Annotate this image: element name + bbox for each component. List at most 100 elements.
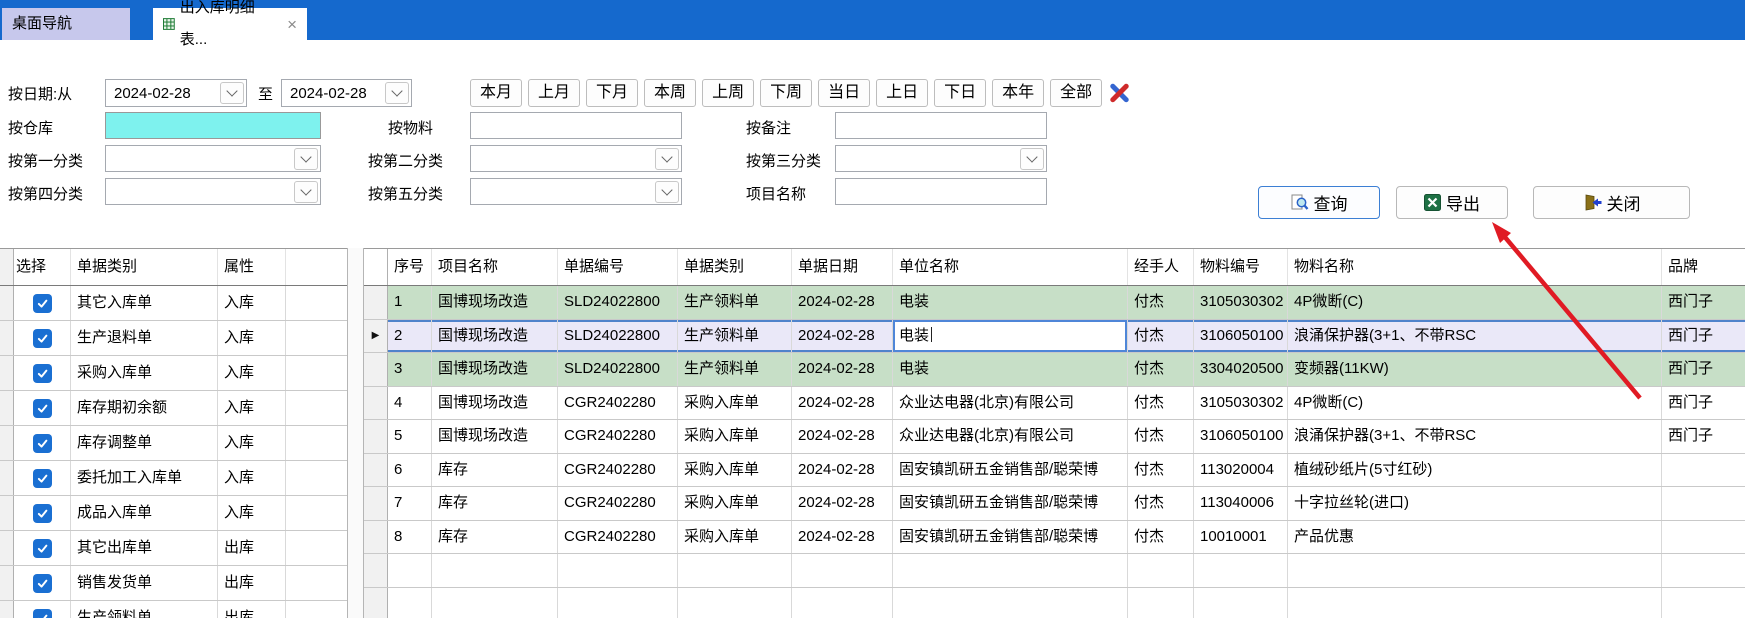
doc-type-row[interactable]: 其它出库单 出库 — [0, 531, 347, 566]
vertical-scrollbar[interactable] — [347, 248, 364, 618]
doc-type-row[interactable]: 销售发货单 出库 — [0, 566, 347, 601]
category2-select[interactable] — [470, 145, 682, 172]
doc-type-row[interactable]: 库存期初余额 入库 — [0, 391, 347, 426]
column-header-project[interactable]: 项目名称 — [432, 249, 558, 285]
table-row[interactable]: 1 国博现场改造 SLD24022800 生产领料单 2024-02-28 电装… — [364, 286, 1745, 320]
column-header-handler[interactable]: 经手人 — [1128, 249, 1194, 285]
checkbox-checked-icon[interactable] — [33, 609, 52, 618]
table-row[interactable]: 7 库存 CGR2402280 采购入库单 2024-02-28 固安镇凯研五金… — [364, 487, 1745, 521]
query-button[interactable]: 查询 — [1258, 186, 1380, 219]
table-row[interactable]: 4 国博现场改造 CGR2402280 采购入库单 2024-02-28 众业达… — [364, 387, 1745, 421]
table-row[interactable]: 8 库存 CGR2402280 采购入库单 2024-02-28 固安镇凯研五金… — [364, 521, 1745, 555]
select-cell[interactable] — [14, 391, 71, 425]
checkbox-checked-icon[interactable] — [33, 574, 52, 593]
checkbox-checked-icon[interactable] — [33, 469, 52, 488]
column-header-no[interactable]: 序号 — [388, 249, 432, 285]
chevron-down-icon — [1020, 148, 1044, 170]
table-row[interactable] — [364, 554, 1745, 588]
quick-range-button[interactable]: 上月 — [528, 79, 580, 107]
doc-type-row[interactable]: 生产退料单 入库 — [0, 321, 347, 356]
tab-desktop-nav[interactable]: 桌面导航 — [2, 8, 130, 40]
select-cell[interactable] — [14, 601, 71, 618]
cell-item-no: 113040006 — [1200, 494, 1274, 511]
table-row[interactable]: 3 国博现场改造 SLD24022800 生产领料单 2024-02-28 电装… — [364, 353, 1745, 387]
warehouse-input[interactable] — [105, 112, 321, 139]
unit-edit-cell[interactable]: 电装 — [893, 286, 1128, 319]
unit-edit-cell[interactable]: 固安镇凯研五金销售部/聪荣博 — [893, 521, 1128, 554]
column-header-doc-no[interactable]: 单据编号 — [558, 249, 678, 285]
select-cell[interactable] — [14, 531, 71, 565]
doc-type-row[interactable]: 委托加工入库单 入库 — [0, 461, 347, 496]
select-cell[interactable] — [14, 461, 71, 495]
column-header-doc-type[interactable]: 单据类别 — [71, 249, 218, 285]
checkbox-checked-icon[interactable] — [33, 504, 52, 523]
checkbox-checked-icon[interactable] — [33, 539, 52, 558]
column-header-select[interactable]: 选择 — [14, 249, 71, 285]
table-row[interactable] — [364, 588, 1745, 618]
select-cell[interactable] — [14, 286, 71, 320]
column-header-brand[interactable]: 品牌 — [1662, 249, 1745, 285]
unit-edit-cell[interactable]: 众业达电器(北京)有限公司 — [893, 387, 1128, 420]
table-row[interactable]: 6 库存 CGR2402280 采购入库单 2024-02-28 固安镇凯研五金… — [364, 454, 1745, 488]
chevron-down-icon — [385, 82, 409, 104]
select-cell[interactable] — [14, 321, 71, 355]
remark-input[interactable] — [835, 112, 1047, 139]
category4-select[interactable] — [105, 178, 321, 205]
column-header-unit[interactable]: 单位名称 — [893, 249, 1128, 285]
quick-range-button[interactable]: 上日 — [876, 79, 928, 107]
select-cell[interactable] — [14, 496, 71, 530]
unit-edit-cell[interactable]: 电装 — [893, 320, 1128, 353]
table-row[interactable]: 2 国博现场改造 SLD24022800 生产领料单 2024-02-28 电装… — [364, 320, 1745, 354]
unit-edit-cell[interactable]: 电装 — [893, 353, 1128, 386]
select-cell[interactable] — [14, 566, 71, 600]
doc-type-row[interactable]: 其它入库单 入库 — [0, 286, 347, 321]
table-row[interactable]: 5 国博现场改造 CGR2402280 采购入库单 2024-02-28 众业达… — [364, 420, 1745, 454]
checkbox-checked-icon[interactable] — [33, 329, 52, 348]
clear-filter-button[interactable] — [1104, 78, 1134, 108]
doc-type-row[interactable]: 成品入库单 入库 — [0, 496, 347, 531]
close-button[interactable]: 关闭 — [1533, 186, 1690, 219]
unit-edit-cell[interactable]: 固安镇凯研五金销售部/聪荣博 — [893, 454, 1128, 487]
unit-edit-cell[interactable]: 众业达电器(北京)有限公司 — [893, 420, 1128, 453]
checkbox-checked-icon[interactable] — [33, 434, 52, 453]
unit-edit-cell[interactable] — [893, 588, 1128, 618]
quick-range-button[interactable]: 下周 — [760, 79, 812, 107]
doc-type-row[interactable]: 生产领料单 出库 — [0, 601, 347, 618]
tab-inout-detail-report[interactable]: 出入库明细表... × — [153, 8, 307, 40]
unit-edit-cell[interactable] — [893, 554, 1128, 587]
date-to-picker[interactable]: 2024-02-28 — [281, 79, 412, 107]
checkbox-checked-icon[interactable] — [33, 399, 52, 418]
row-indicator — [0, 391, 14, 425]
quick-range-button[interactable]: 下月 — [586, 79, 638, 107]
quick-range-button[interactable]: 本年 — [992, 79, 1044, 107]
quick-range-button[interactable]: 上周 — [702, 79, 754, 107]
project-name-input[interactable] — [835, 178, 1047, 205]
checkbox-checked-icon[interactable] — [33, 364, 52, 383]
quick-range-button[interactable]: 本月 — [470, 79, 522, 107]
date-from-picker[interactable]: 2024-02-28 — [105, 79, 247, 107]
chevron-down-icon — [220, 82, 244, 104]
unit-edit-cell[interactable]: 固安镇凯研五金销售部/聪荣博 — [893, 487, 1128, 520]
category5-label: 按第五分类 — [368, 183, 443, 204]
doc-type-row[interactable]: 库存调整单 入库 — [0, 426, 347, 461]
column-header-attr[interactable]: 属性 — [218, 249, 286, 285]
close-icon[interactable]: × — [287, 16, 297, 33]
quick-range-button[interactable]: 当日 — [818, 79, 870, 107]
category1-select[interactable] — [105, 145, 321, 172]
doc-type-row[interactable]: 采购入库单 入库 — [0, 356, 347, 391]
column-header-item-name[interactable]: 物料名称 — [1288, 249, 1662, 285]
column-header-item-no[interactable]: 物料编号 — [1194, 249, 1288, 285]
quick-range-button[interactable]: 下日 — [934, 79, 986, 107]
column-header-doc-type[interactable]: 单据类别 — [678, 249, 792, 285]
material-input[interactable] — [470, 112, 682, 139]
export-button[interactable]: 导出 — [1396, 186, 1508, 219]
select-cell[interactable] — [14, 426, 71, 460]
quick-range-button[interactable]: 全部 — [1050, 79, 1102, 107]
exit-door-icon — [1583, 194, 1602, 211]
category3-select[interactable] — [835, 145, 1047, 172]
quick-range-button[interactable]: 本周 — [644, 79, 696, 107]
checkbox-checked-icon[interactable] — [33, 294, 52, 313]
column-header-date[interactable]: 单据日期 — [792, 249, 893, 285]
select-cell[interactable] — [14, 356, 71, 390]
category5-select[interactable] — [470, 178, 682, 205]
